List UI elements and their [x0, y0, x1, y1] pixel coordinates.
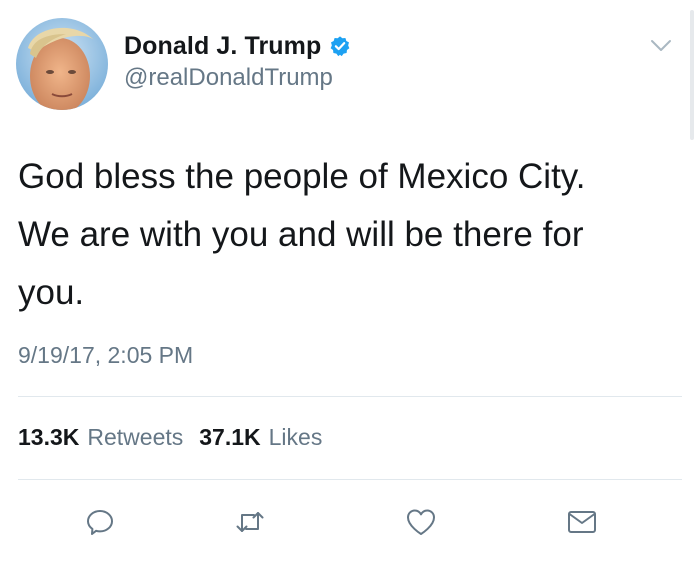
reply-icon	[87, 510, 113, 535]
likes-count: 37.1K	[199, 424, 261, 450]
retweets-count: 13.3K	[18, 424, 80, 450]
retweets-label: Retweets	[87, 424, 184, 450]
direct-message-button[interactable]	[560, 500, 604, 544]
retweet-icon	[236, 512, 264, 532]
verified-badge-icon	[329, 35, 351, 57]
heart-icon	[407, 509, 435, 535]
tweet-text: God bless the people of Mexico City. We …	[18, 157, 586, 312]
envelope-icon	[568, 511, 596, 533]
tweet-card: Donald J. Trump @realDonaldTrump God ble…	[0, 0, 700, 581]
divider	[18, 479, 682, 480]
avatar-image	[16, 18, 108, 110]
retweets-stat[interactable]: 13.3K Retweets	[18, 424, 183, 451]
tweet-stats: 13.3K Retweets 37.1K Likes	[18, 424, 322, 451]
scrollbar[interactable]	[690, 10, 694, 140]
likes-stat[interactable]: 37.1K Likes	[199, 424, 322, 451]
tweet-actions	[0, 500, 700, 544]
divider	[18, 396, 682, 397]
avatar[interactable]	[16, 18, 108, 110]
tweet-timestamp[interactable]: 9/19/17, 2:05 PM	[18, 342, 193, 369]
reply-button[interactable]	[78, 500, 122, 544]
likes-label: Likes	[268, 424, 323, 450]
chevron-down-icon[interactable]	[649, 38, 673, 54]
like-button[interactable]	[399, 500, 443, 544]
user-handle[interactable]: @realDonaldTrump	[124, 64, 351, 92]
user-info: Donald J. Trump @realDonaldTrump	[124, 30, 351, 92]
retweet-button[interactable]	[228, 500, 272, 544]
display-name[interactable]: Donald J. Trump	[124, 32, 321, 61]
name-row: Donald J. Trump	[124, 30, 351, 62]
